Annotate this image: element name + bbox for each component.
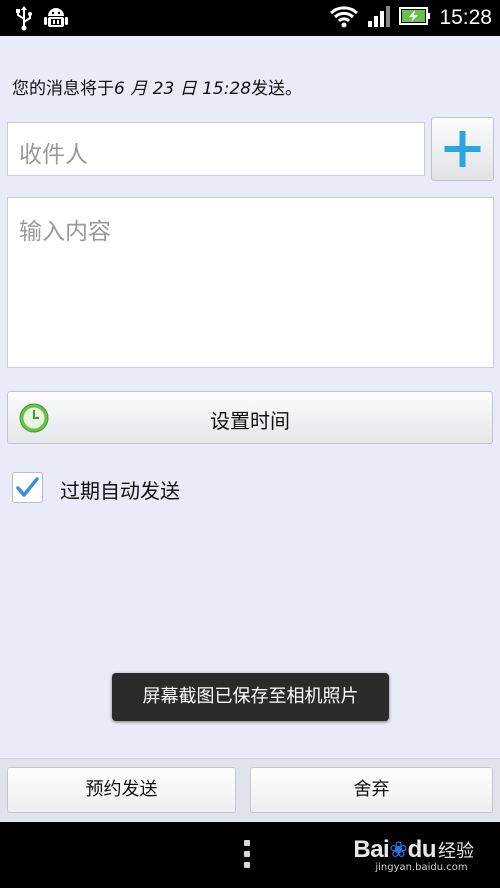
schedule-notice-suffix: 发送。 xyxy=(251,79,303,99)
action-bar: 预约发送 舍弃 xyxy=(0,758,500,822)
baidu-jingyan-watermark: Bai❀du 经验 jingyan.baidu.com xyxy=(353,836,474,873)
usb-icon xyxy=(14,5,34,35)
auto-send-checkbox[interactable] xyxy=(12,472,43,503)
set-time-label: 设置时间 xyxy=(210,409,290,433)
schedule-notice-date: 6 月 23 日 15:28 xyxy=(114,79,252,99)
message-placeholder: 输入内容 xyxy=(19,219,111,245)
plus-icon xyxy=(432,131,493,184)
wifi-icon xyxy=(329,4,359,32)
status-right: 15:28 xyxy=(329,4,492,32)
nav-bar: Bai❀du 经验 jingyan.baidu.com xyxy=(0,822,500,888)
checkmark-icon xyxy=(13,477,42,506)
status-bar: 15:28 xyxy=(0,0,500,36)
menu-icon[interactable] xyxy=(244,840,250,873)
status-left xyxy=(14,5,68,35)
toast-message: 屏幕截图已保存至相机照片 xyxy=(112,673,389,721)
signal-icon xyxy=(367,5,391,31)
schedule-notice-prefix: 您的消息将于 xyxy=(12,79,114,99)
android-debug-icon xyxy=(44,5,68,35)
recipient-placeholder: 收件人 xyxy=(19,142,88,168)
status-time: 15:28 xyxy=(439,6,492,29)
screen: 15:28 您的消息将于6 月 23 日 15:28发送。 收件人 输入内容 设 xyxy=(0,0,500,888)
battery-charging-icon xyxy=(399,5,431,31)
paw-icon: ❀ xyxy=(389,838,408,863)
recipient-input[interactable]: 收件人 xyxy=(7,122,425,176)
auto-send-label: 过期自动发送 xyxy=(60,479,180,503)
set-time-button[interactable]: 设置时间 xyxy=(7,391,493,444)
discard-button[interactable]: 舍弃 xyxy=(250,767,493,813)
schedule-send-button[interactable]: 预约发送 xyxy=(7,767,236,813)
add-contact-button[interactable] xyxy=(431,117,494,181)
schedule-notice: 您的消息将于6 月 23 日 15:28发送。 xyxy=(12,74,302,99)
watermark-url: jingyan.baidu.com xyxy=(375,862,468,873)
message-input[interactable]: 输入内容 xyxy=(7,197,494,368)
watermark-logo: Bai❀du 经验 xyxy=(353,836,474,863)
